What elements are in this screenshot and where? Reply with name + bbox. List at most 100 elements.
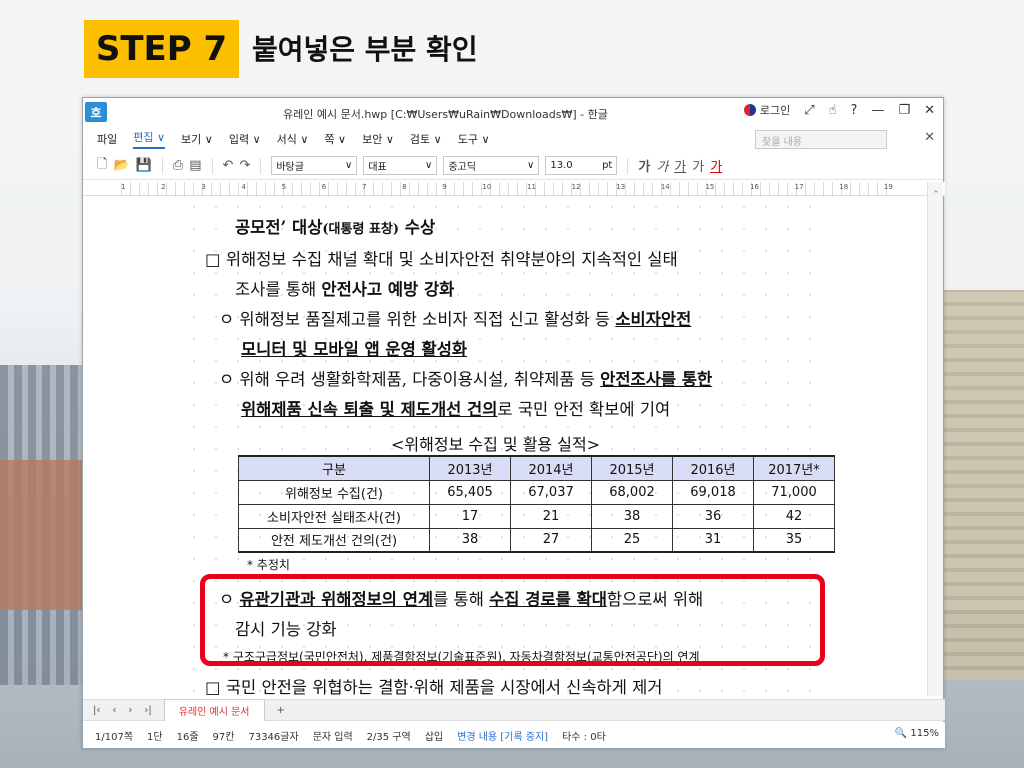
doc-line-5: 모니터 및 모바일 앱 운영 활성화 [241,340,468,359]
preview-icon[interactable]: ▤ [189,158,201,173]
menu-edit[interactable]: 편집 ∨ [133,129,166,149]
doc-text: 공모전’ 대상 [235,218,323,237]
table-cell: 42 [753,503,835,529]
help-icon[interactable]: ? [851,103,858,118]
hangul-app-icon[interactable]: 호 [85,102,107,122]
font-size-input[interactable]: 13.0 pt [545,156,618,175]
ruler-num: 2 [161,183,166,191]
zoom-level[interactable]: 🔍 115% [895,728,939,739]
menu-tools[interactable]: 도구 ∨ [458,131,490,147]
style-select[interactable]: 바탕글 ∨ [271,156,358,175]
menu-view[interactable]: 보기 ∨ [181,131,213,147]
doc-text: 안전조사를 통한 [600,370,713,389]
menu-insert[interactable]: 입력 ∨ [229,131,261,147]
tab-nav-last-icon[interactable]: ›| [144,705,151,716]
doc-text: 수상 [399,218,436,237]
toolbar-divider [211,157,213,174]
status-page[interactable]: 1/107쪽 [95,728,133,743]
font-select[interactable]: 중고딕 ∨ [443,156,540,175]
doc-text: (대통령 표창) [322,222,400,237]
bold-button[interactable]: 가 [638,156,650,175]
ruler-num: 14 [660,183,670,191]
close-find-icon[interactable]: ✕ [924,130,935,145]
status-insert[interactable]: 삽입 [425,728,443,743]
chevron-down-icon: ∨ [345,160,353,171]
font-color-button[interactable]: 가 [710,156,722,175]
table-cell: 위해정보 수집(건) [238,479,430,505]
step-title: 붙여넣은 부분 확인 [252,33,478,66]
hwp-window: 호 유레인 예시 문서.hwp [C:₩Users₩uRain₩Download… [82,97,945,749]
background-building-right [940,290,1024,680]
stats-table: 구분 2013년 2014년 2015년 2016년 2017년* 위해정보 수… [238,455,835,553]
status-mode[interactable]: 문자 입력 [313,728,353,743]
find-input[interactable]: 찾을 내용 [755,130,887,149]
doc-text: 소비자안전 [615,310,692,329]
table-header: 2017년* [753,455,835,481]
toolbar-divider [161,157,163,174]
restore-layout-icon[interactable]: ⤢ [804,103,814,118]
user-icon [743,104,756,116]
table-cell: 25 [591,527,673,553]
language-select[interactable]: 대표 ∨ [363,156,438,175]
table-cell: 69,018 [672,479,754,505]
background-building-left-brick [0,460,82,610]
save-icon[interactable]: 💾 [136,158,152,173]
menu-page[interactable]: 쪽 ∨ [324,131,346,147]
doc-text: ㅇ 위해 우려 생활화학제품, 다중이용시설, 취약제품 등 [219,370,601,389]
table-header: 2014년 [510,455,592,481]
document-area[interactable]: 공모전’ 대상(대통령 표창) 수상 □ 위해정보 수집 채널 확대 및 소비자… [83,196,929,696]
toolbar: 🗋 📂 💾 ⎙ ▤ ↶ ↷ 바탕글 ∨ 대표 ∨ 중고딕 ∨ 13.0 pt 가 가 가… [83,152,943,180]
menu-file[interactable]: 파일 [97,131,117,147]
tab-document[interactable]: 유레인 예시 문서 [163,699,265,721]
vertical-scrollbar[interactable]: ⌃ [927,182,943,696]
print-icon[interactable]: ⎙ [173,158,183,173]
status-track-changes[interactable]: 변경 내용 [기록 중지] [457,728,548,743]
ruler-num: 7 [361,183,367,191]
new-document-icon[interactable]: 🗋 [97,155,107,177]
menu-format[interactable]: 서식 ∨ [277,131,309,147]
document-tab-bar: |‹ ‹ › ›| 유레인 예시 문서 + [83,699,945,721]
font-size-unit: pt [602,160,613,171]
zoom-value: 115% [910,728,939,739]
menu-security[interactable]: 보안 ∨ [362,131,394,147]
ruler-num: 16 [750,183,759,191]
menu-bar: 파일 편집 ∨ 보기 ∨ 입력 ∨ 서식 ∨ 쪽 ∨ 보안 ∨ 검토 ∨ 도구 … [83,126,943,152]
tab-nav-first-icon[interactable]: |‹ [93,705,100,716]
highlight-box [200,574,825,666]
table-cell: 안전 제도개선 건의(건) [238,527,430,553]
maximize-icon[interactable]: ❐ [898,103,910,118]
tab-nav-next-icon[interactable]: › [128,705,132,716]
ruler-numbers: 1 2 3 4 5 6 7 8 9 10 11 12 13 14 15 16 1… [121,183,893,191]
minimize-icon[interactable]: — [871,103,884,118]
ruler[interactable]: 1 2 3 4 5 6 7 8 9 10 11 12 13 14 15 16 1… [83,182,945,196]
scroll-up-icon[interactable]: ⌃ [932,190,940,200]
table-cell: 21 [510,503,592,529]
table-cell: 31 [672,527,754,553]
italic-button[interactable]: 가 [656,156,668,175]
ruler-num: 1 [121,183,126,191]
undo-icon[interactable]: ↶ [223,158,234,173]
table-row: 소비자안전 실태조사(건) 17 21 38 36 42 [238,503,835,529]
table-cell: 17 [429,503,511,529]
pin-icon[interactable]: ☝ [829,103,837,118]
menu-review[interactable]: 검토 ∨ [410,131,442,147]
strikethrough-button[interactable]: 가 [692,156,704,175]
redo-icon[interactable]: ↷ [239,158,250,173]
doc-text: 위해제품 신속 퇴출 및 제도개선 건의 [241,400,498,419]
window-title: 유레인 예시 문서.hwp [C:₩Users₩uRain₩Downloads₩… [283,108,608,121]
table-cell: 27 [510,527,592,553]
table-cell: 소비자안전 실태조사(건) [238,503,430,529]
login-button[interactable]: 로그인 [743,102,790,118]
close-icon[interactable]: ✕ [924,103,935,118]
open-folder-icon[interactable]: 📂 [113,158,129,173]
add-tab-button[interactable]: + [277,705,285,716]
title-controls: 로그인 ⤢ ☝ ? — ❐ ✕ [743,102,935,118]
table-cell: 38 [429,527,511,553]
step-badge: STEP 7 [84,20,239,78]
ruler-num: 18 [839,183,849,191]
table-footnote: * 추정치 [247,558,290,572]
status-column: 1단 [147,731,163,743]
underline-button[interactable]: 가 [674,156,686,175]
tab-nav-prev-icon[interactable]: ‹ [112,705,116,716]
table-row: 안전 제도개선 건의(건) 38 27 25 31 35 [238,527,835,553]
